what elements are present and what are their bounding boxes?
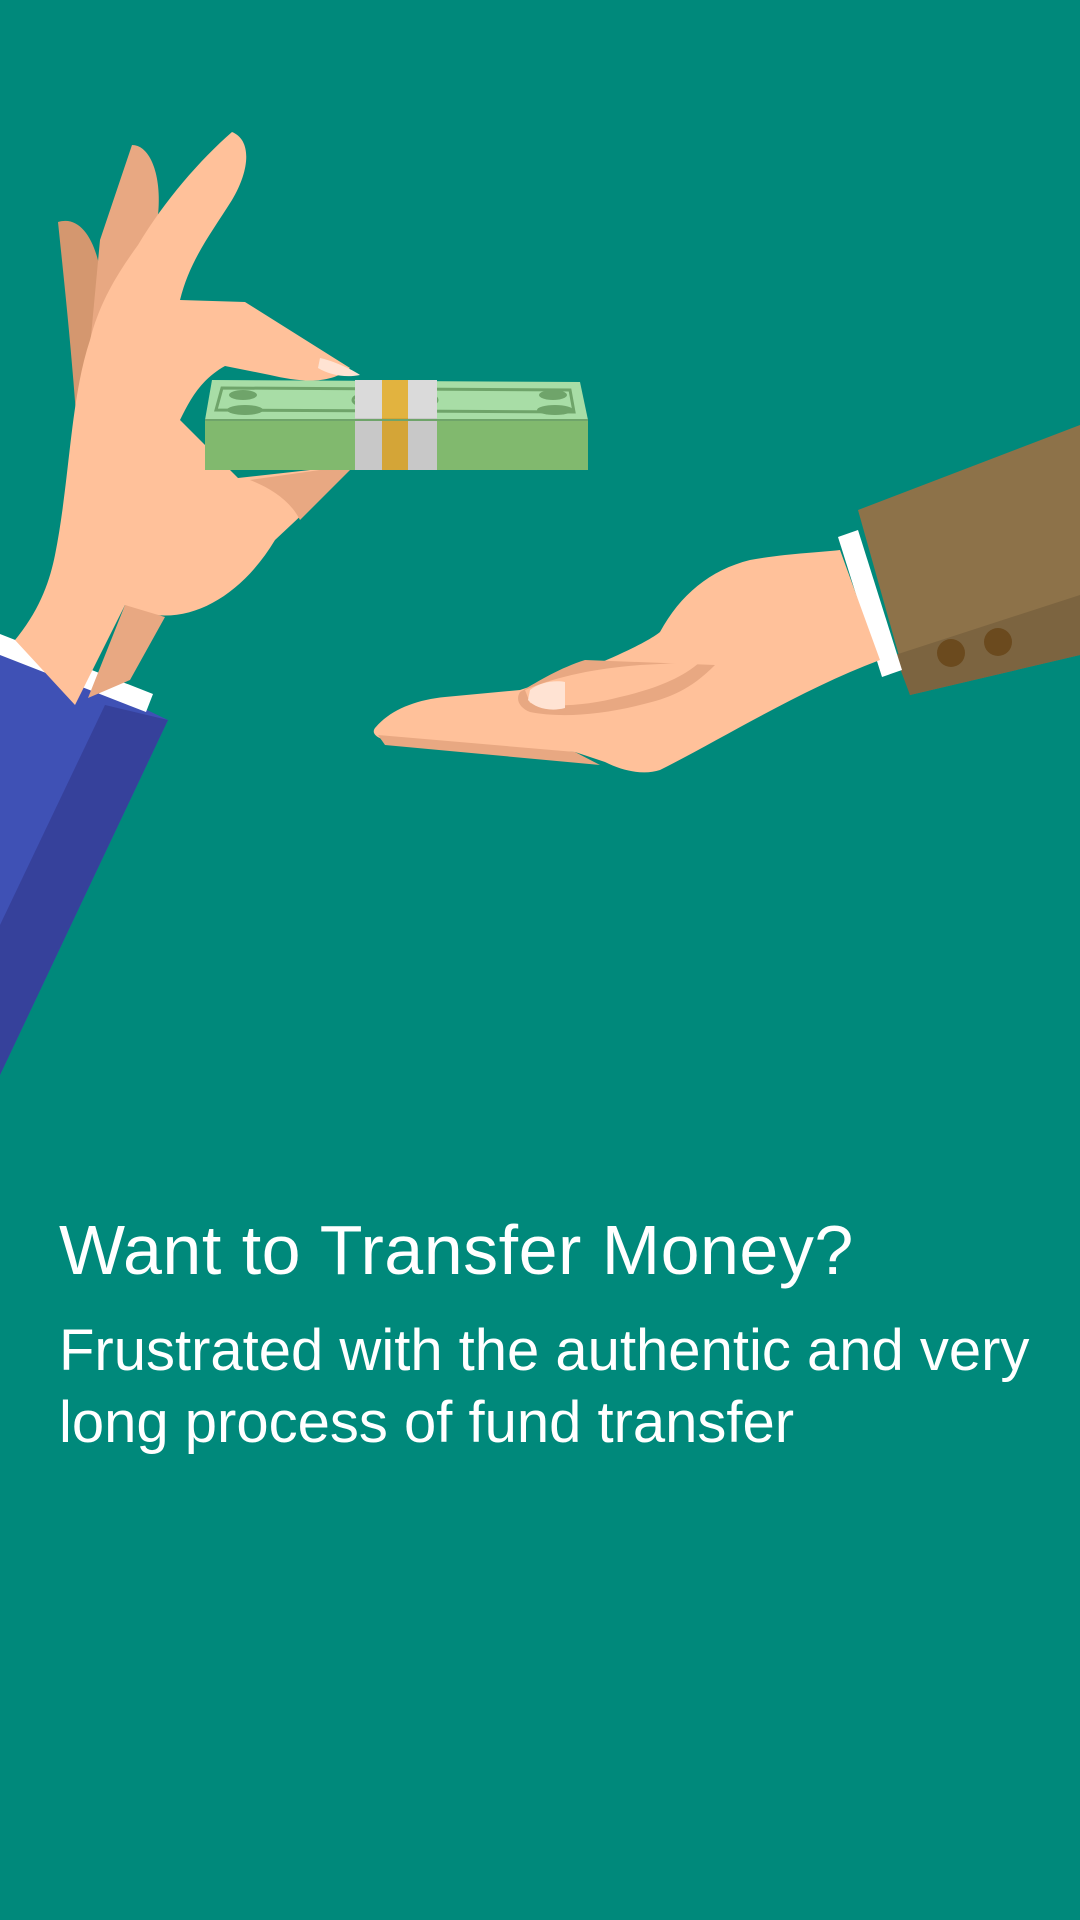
onboarding-screen: Want to Transfer Money? Frustrated with … bbox=[0, 0, 1080, 1920]
intro-text: Want to Transfer Money? Frustrated with … bbox=[59, 1205, 1049, 1459]
left-sleeve bbox=[0, 634, 168, 1075]
money-transfer-illustration bbox=[0, 132, 1080, 1075]
page-subtitle: Frustrated with the authentic and very l… bbox=[59, 1318, 1030, 1455]
cash-stack-icon bbox=[205, 380, 588, 470]
page-title: Want to Transfer Money? bbox=[59, 1211, 854, 1289]
receiving-hand bbox=[373, 550, 880, 773]
